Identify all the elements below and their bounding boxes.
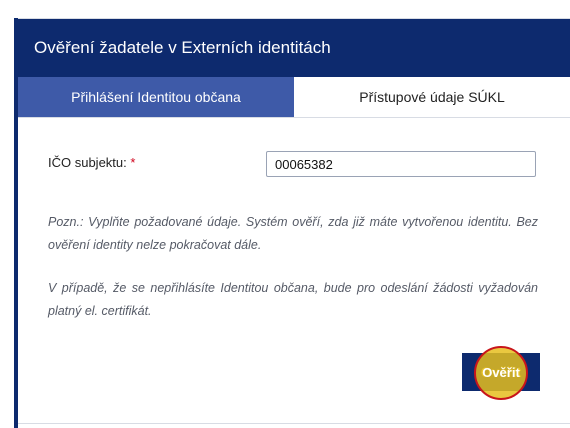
required-marker: * <box>130 155 136 170</box>
verification-panel: Ověření žadatele v Externích identitách … <box>18 18 570 428</box>
panel-title: Ověření žadatele v Externích identitách <box>34 38 331 57</box>
page: Ověření žadatele v Externích identitách … <box>0 0 570 428</box>
note-text-identity: Pozn.: Vyplňte požadované údaje. Systém … <box>48 215 538 252</box>
verify-button[interactable]: Ověřit <box>462 353 540 391</box>
ico-field-label: IČO subjektu: * <box>48 155 135 170</box>
tab-citizen-identity-login[interactable]: Přihlášení Identitou občana <box>18 77 294 117</box>
note-text-certificate: V případě, že se nepřihlásíte Identitou … <box>48 281 538 318</box>
ico-label-text: IČO subjektu: <box>48 155 127 170</box>
tab-bar: Přihlášení Identitou občana Přístupové ú… <box>18 77 570 118</box>
bottom-divider <box>18 423 570 424</box>
ico-input[interactable] <box>266 151 536 177</box>
tab-sukl-credentials[interactable]: Přístupové údaje SÚKL <box>294 77 570 117</box>
panel-header: Ověření žadatele v Externích identitách <box>18 19 570 77</box>
